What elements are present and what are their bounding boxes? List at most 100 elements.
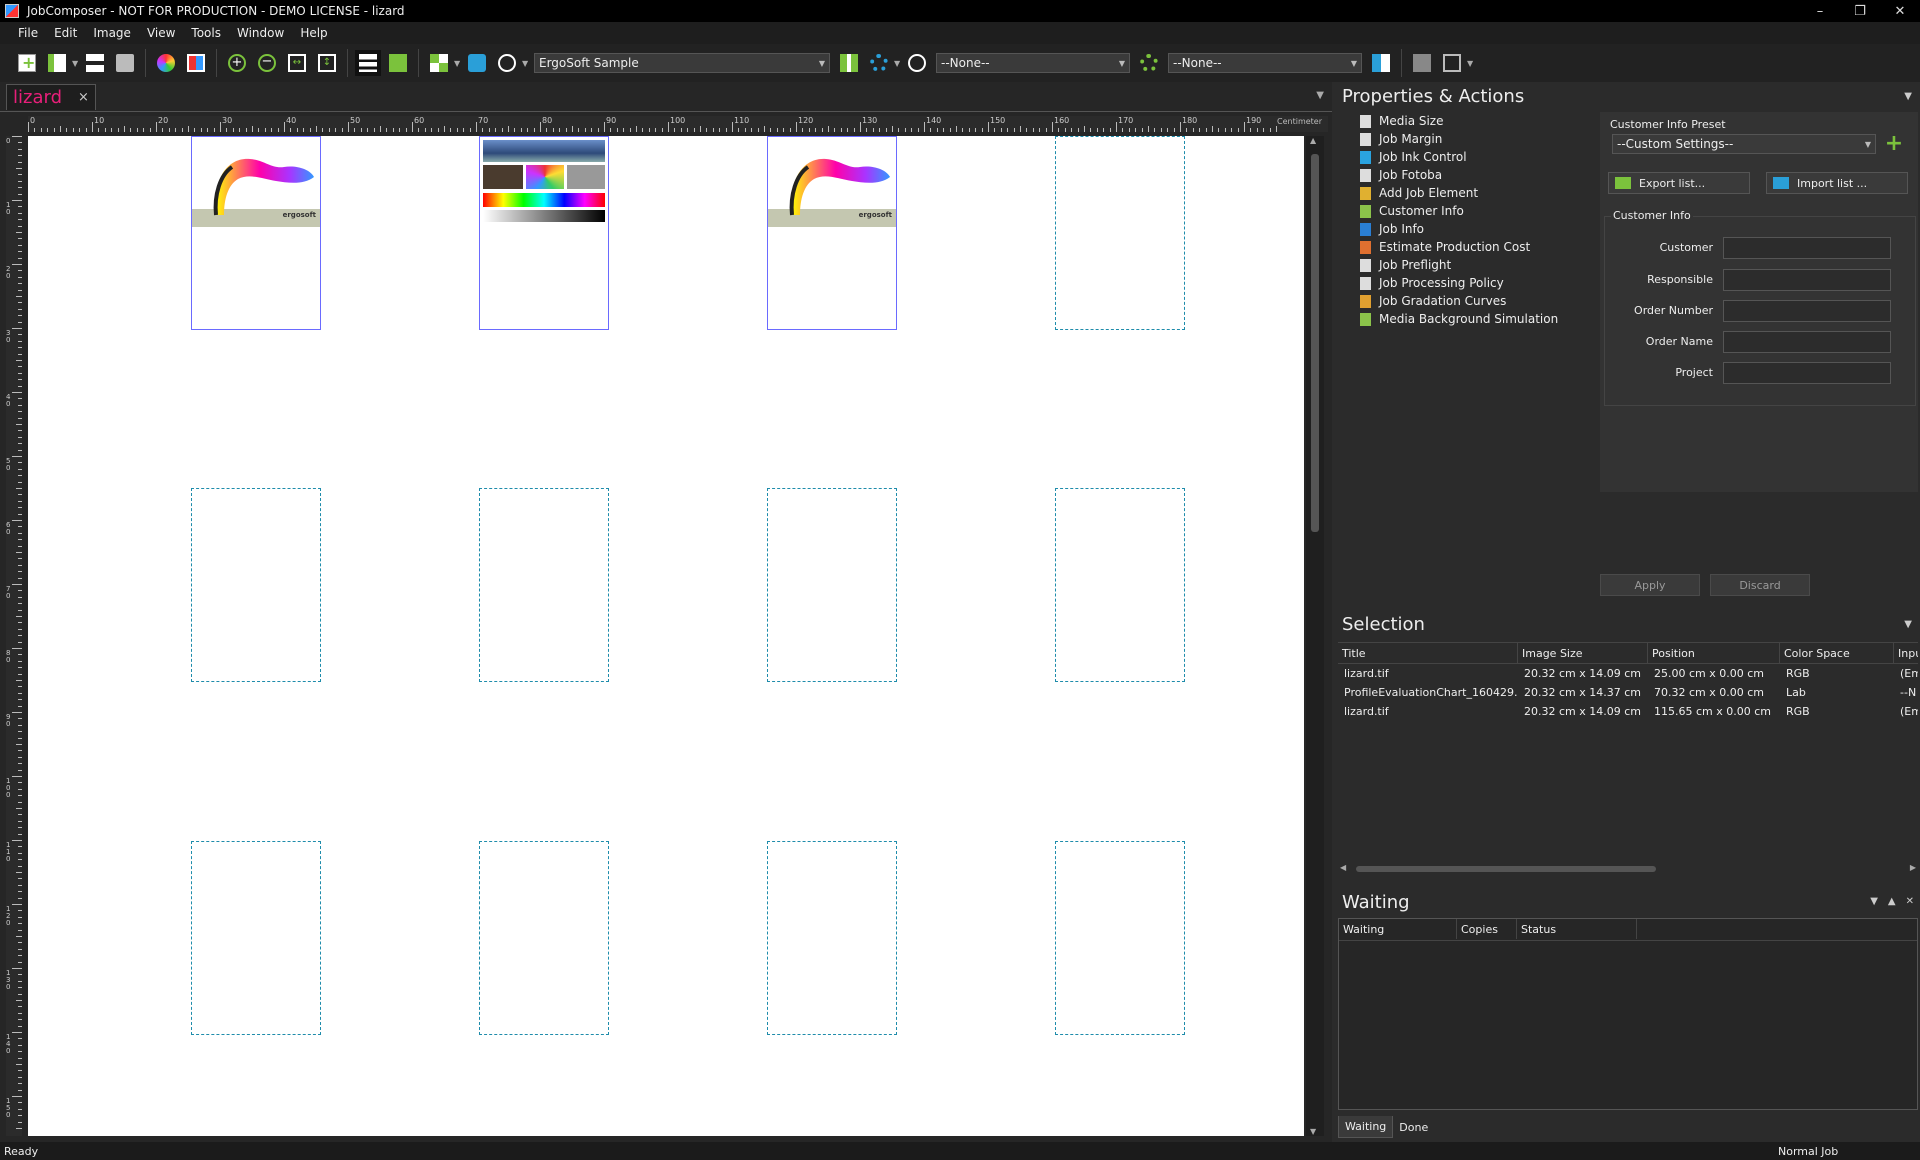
hotfolder-button[interactable] [1136, 50, 1162, 76]
queue-combo[interactable]: --None-- ▼ [936, 53, 1130, 73]
canvas-vertical-scrollbar[interactable]: ▲ ▼ [1306, 136, 1324, 1136]
empty-slot[interactable] [767, 488, 897, 682]
restore-button[interactable]: ❐ [1840, 4, 1880, 19]
add-preset-button[interactable]: + [1882, 133, 1906, 156]
import-list-button[interactable]: Import list ... [1766, 172, 1908, 194]
empty-slot[interactable] [1055, 841, 1185, 1035]
gear-settings-button[interactable] [866, 50, 892, 76]
zoom-out-button[interactable]: − [254, 50, 280, 76]
printer-combo[interactable]: --None-- ▼ [1168, 53, 1362, 73]
tab-menu-icon[interactable]: ▼ [1316, 90, 1324, 101]
action-job-info[interactable]: Job Info [1360, 220, 1600, 238]
action-job-margin[interactable]: Job Margin [1360, 130, 1600, 148]
action-media-size[interactable]: Media Size [1360, 112, 1600, 130]
selection-horizontal-scrollbar[interactable]: ◀ ▶ [1338, 862, 1918, 876]
layout-button[interactable] [82, 50, 108, 76]
nest-button[interactable] [464, 50, 490, 76]
order-number-field[interactable] [1723, 300, 1891, 322]
table-row[interactable]: ProfileEvaluationChart_160429... 20.32 c… [1338, 683, 1918, 702]
minimize-button[interactable]: – [1800, 4, 1840, 19]
empty-slot[interactable] [1055, 488, 1185, 682]
import-button[interactable] [44, 50, 70, 76]
target-dropdown-icon[interactable]: ▼ [522, 59, 530, 68]
menu-edit[interactable]: Edit [46, 26, 85, 40]
menu-file[interactable]: File [10, 26, 46, 40]
tab-done[interactable]: Done [1393, 1116, 1434, 1138]
action-customer-info[interactable]: Customer Info [1360, 202, 1600, 220]
search-button[interactable] [904, 50, 930, 76]
placed-image-lizard[interactable]: ergosoft [191, 136, 321, 330]
document-tab-lizard[interactable]: lizard × [6, 83, 96, 110]
chevron-down-icon[interactable]: ▼ [1870, 896, 1878, 907]
zoom-in-button[interactable]: + [224, 50, 250, 76]
scroll-thumb[interactable] [1356, 866, 1656, 872]
action-estimate-production-cost[interactable]: Estimate Production Cost [1360, 238, 1600, 256]
responsible-field[interactable] [1723, 269, 1891, 291]
tab-waiting[interactable]: Waiting [1338, 1116, 1394, 1138]
close-tab-icon[interactable]: × [78, 90, 89, 105]
menu-view[interactable]: View [139, 26, 183, 40]
gear-dropdown-icon[interactable]: ▼ [894, 59, 902, 68]
action-job-ink-control[interactable]: Job Ink Control [1360, 148, 1600, 166]
table-row[interactable]: lizard.tif 20.32 cm x 14.09 cm 25.00 cm … [1338, 664, 1918, 683]
window-layout-button[interactable] [1439, 50, 1465, 76]
import-dropdown-icon[interactable]: ▼ [72, 59, 80, 68]
media-canvas[interactable]: ergosoft ergosoft [28, 136, 1304, 1136]
empty-slot[interactable] [767, 841, 897, 1035]
scroll-thumb[interactable] [1311, 154, 1319, 532]
action-job-fotoba[interactable]: Job Fotoba [1360, 166, 1600, 184]
profile-combo[interactable]: ErgoSoft Sample ▼ [534, 53, 830, 73]
column-header-image-size[interactable]: Image Size [1518, 643, 1648, 663]
send-button[interactable] [1368, 50, 1394, 76]
column-header-position[interactable]: Position [1648, 643, 1780, 663]
fit-height-button[interactable]: ↕ [314, 50, 340, 76]
empty-slot[interactable] [479, 488, 609, 682]
action-media-background-simulation[interactable]: Media Background Simulation [1360, 310, 1600, 328]
menu-tools[interactable]: Tools [183, 26, 229, 40]
view-mode-button[interactable] [355, 50, 381, 76]
close-icon[interactable]: ✕ [1906, 896, 1914, 907]
apply-button[interactable]: Apply [1600, 574, 1700, 596]
menu-image[interactable]: Image [85, 26, 139, 40]
window-layout-dropdown-icon[interactable]: ▼ [1467, 59, 1475, 68]
menu-window[interactable]: Window [229, 26, 292, 40]
close-button[interactable]: ✕ [1880, 4, 1920, 19]
discard-button[interactable]: Discard [1710, 574, 1810, 596]
pin-icon[interactable]: ▲ [1888, 896, 1896, 907]
panel-menu-icon[interactable]: ▼ [1904, 91, 1912, 102]
empty-slot[interactable] [191, 841, 321, 1035]
placed-image-profile-chart[interactable] [479, 136, 609, 330]
column-header-status[interactable]: Status [1517, 919, 1637, 939]
panel-layout-button[interactable] [1409, 50, 1435, 76]
action-add-job-element[interactable]: Add Job Element [1360, 184, 1600, 202]
export-list-button[interactable]: Export list... [1608, 172, 1750, 194]
order-name-field[interactable] [1723, 331, 1891, 353]
action-job-gradation-curves[interactable]: Job Gradation Curves [1360, 292, 1600, 310]
fit-width-button[interactable]: ↔ [284, 50, 310, 76]
ink-settings-button[interactable] [836, 50, 862, 76]
placed-image-lizard[interactable]: ergosoft [767, 136, 897, 330]
empty-slot[interactable] [1055, 136, 1185, 330]
green-view-button[interactable] [385, 50, 411, 76]
column-header-input[interactable]: Inpu [1894, 643, 1918, 663]
action-job-preflight[interactable]: Job Preflight [1360, 256, 1600, 274]
target-button[interactable] [494, 50, 520, 76]
waiting-grid[interactable]: Waiting Copies Status [1338, 918, 1918, 1110]
column-header-color-space[interactable]: Color Space [1780, 643, 1894, 663]
print-button[interactable] [112, 50, 138, 76]
column-header-copies[interactable]: Copies [1457, 919, 1517, 939]
color-button[interactable] [153, 50, 179, 76]
arrange-button[interactable] [426, 50, 452, 76]
column-header-title[interactable]: Title [1338, 643, 1518, 663]
new-job-button[interactable]: + [14, 50, 40, 76]
panel-menu-icon[interactable]: ▼ [1904, 619, 1912, 630]
column-header-waiting[interactable]: Waiting [1339, 919, 1457, 939]
empty-slot[interactable] [479, 841, 609, 1035]
action-job-processing-policy[interactable]: Job Processing Policy [1360, 274, 1600, 292]
palette-button[interactable] [183, 50, 209, 76]
project-field[interactable] [1723, 362, 1891, 384]
empty-slot[interactable] [191, 488, 321, 682]
arrange-dropdown-icon[interactable]: ▼ [454, 59, 462, 68]
menu-help[interactable]: Help [292, 26, 335, 40]
preset-combo[interactable]: --Custom Settings-- ▼ [1612, 134, 1876, 154]
